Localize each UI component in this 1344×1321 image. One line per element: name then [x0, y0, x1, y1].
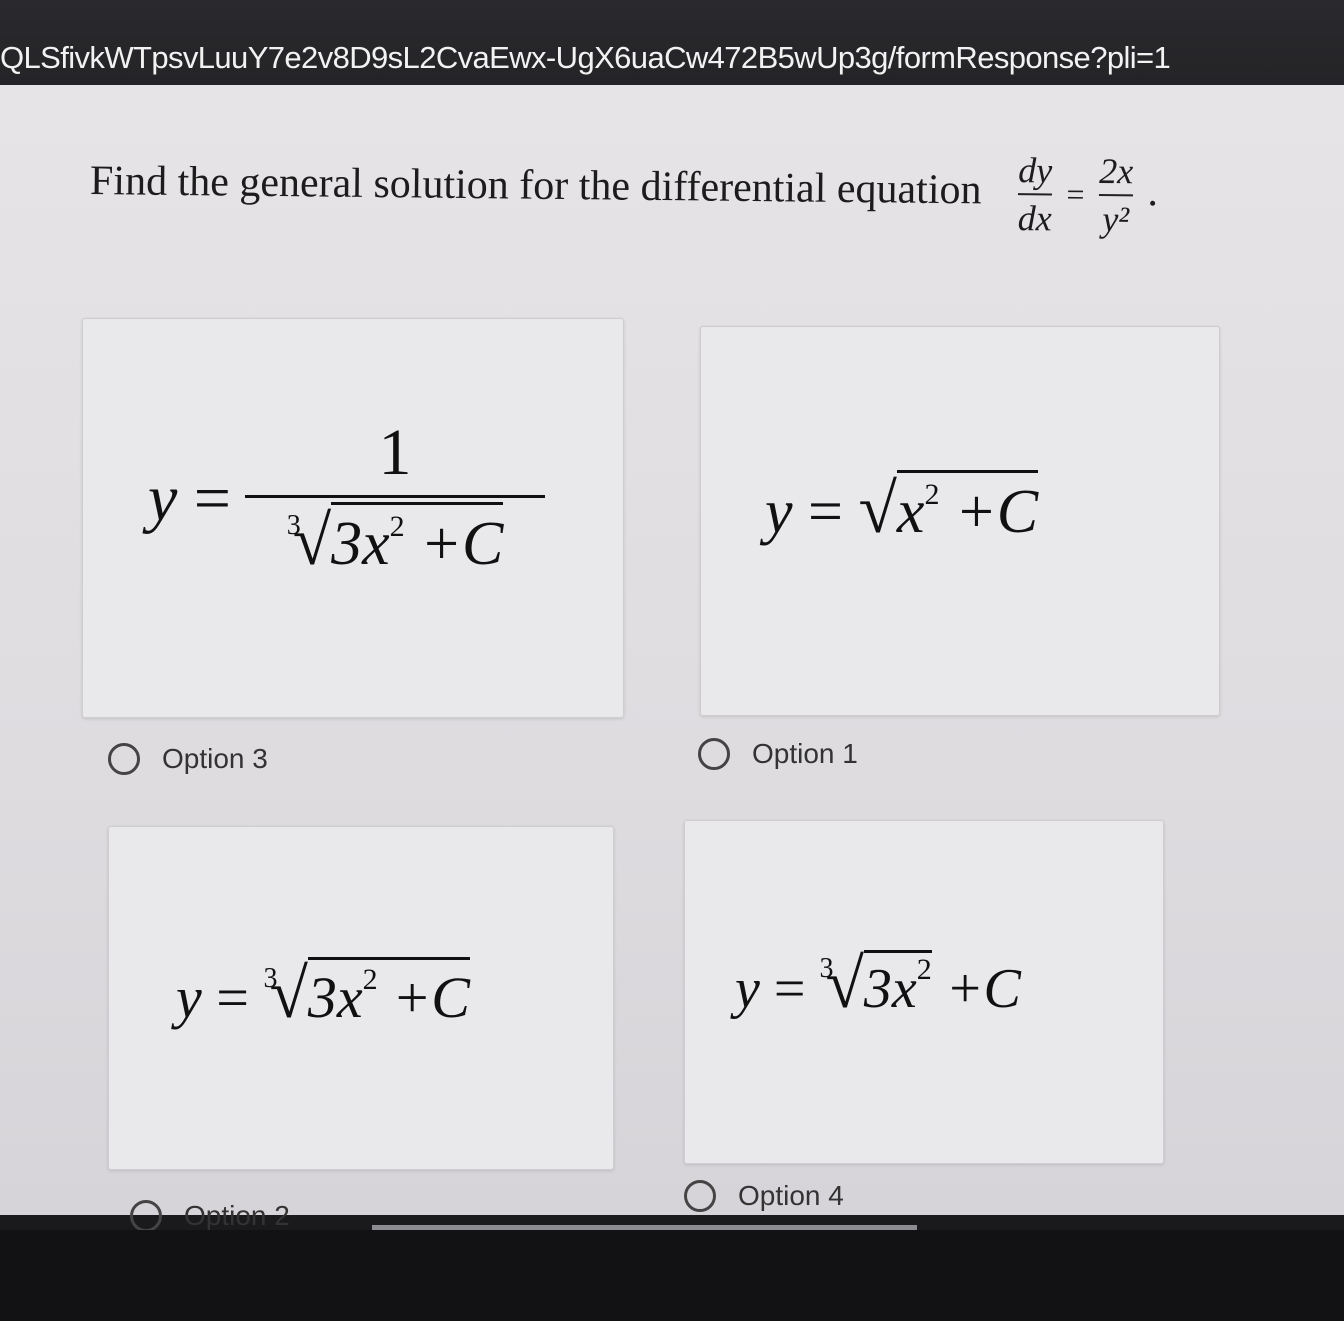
numerator-one: 1 [378, 416, 412, 489]
radio-button[interactable] [108, 743, 140, 775]
exponent: 2 [389, 510, 405, 543]
rhs-fraction: 2x y² [1098, 150, 1134, 240]
option-label[interactable]: Option 1 [752, 738, 858, 770]
radio-button[interactable] [684, 1180, 716, 1212]
plus-c: +C [945, 958, 1021, 1020]
eq-sign: = [193, 461, 232, 535]
term-3x: 3x [307, 965, 363, 1030]
period: . [1147, 169, 1159, 216]
radical-symbol: √ [858, 471, 897, 548]
monitor-bezel [0, 1230, 1344, 1321]
fraction-bar [1098, 193, 1133, 197]
var-y: y [735, 958, 760, 1020]
root-index: 3 [286, 510, 301, 541]
var-y: y [765, 478, 793, 546]
radio-button[interactable] [698, 738, 730, 770]
option-2-formula: y = 3√3x2 +C [176, 955, 470, 1035]
option-label[interactable]: Option 2 [184, 1200, 290, 1232]
option-1-choice[interactable]: Option 1 [698, 738, 858, 770]
question-text: Find the general solution for the differ… [90, 139, 1159, 240]
exponent: 2 [916, 953, 932, 986]
term-3x: 3x [331, 510, 390, 578]
fraction-bar [1017, 193, 1052, 196]
lhs-numerator: dy [1018, 150, 1053, 191]
var-y: y [176, 965, 202, 1030]
option-4-choice[interactable]: Option 4 [684, 1180, 844, 1212]
lhs-denominator: dx [1017, 198, 1052, 239]
rhs-numerator: 2x [1099, 150, 1134, 192]
var-y: y [148, 461, 178, 535]
option-1-formula: y = √x2 +C [765, 470, 1039, 550]
plus-c: +C [392, 965, 470, 1030]
option-label[interactable]: Option 4 [738, 1180, 844, 1212]
var-x: x [896, 478, 925, 546]
exponent: 2 [362, 963, 378, 996]
root-index: 3 [263, 963, 278, 994]
option-3-choice[interactable]: Option 3 [108, 743, 268, 775]
url-text[interactable]: QLSfivkWTpsvLuuY7e2v8D9sL2CvaEwx-UgX6uaC… [0, 40, 1171, 76]
eq-sign: = [216, 965, 249, 1030]
option-label[interactable]: Option 3 [162, 743, 268, 775]
lhs-fraction: dy dx [1017, 149, 1053, 239]
plus-c: +C [420, 510, 504, 578]
option-3-formula: y = 1 3√3x2 +C [148, 415, 546, 582]
rhs-denominator: y² [1102, 199, 1130, 240]
radio-button[interactable] [130, 1200, 162, 1232]
option-4-formula: y = 3√3x2 +C [735, 945, 1021, 1025]
term-3x: 3x [863, 958, 917, 1020]
eq-sign: = [773, 958, 806, 1020]
exponent: 2 [924, 478, 940, 511]
equals-sign: = [1066, 176, 1085, 213]
eq-sign: = [808, 478, 843, 546]
fraction-bar [245, 495, 546, 498]
root-index: 3 [819, 953, 834, 984]
question-prompt: Find the general solution for the differ… [89, 158, 982, 214]
option-2-choice[interactable]: Option 2 [130, 1200, 290, 1232]
plus-c: +C [954, 478, 1039, 546]
